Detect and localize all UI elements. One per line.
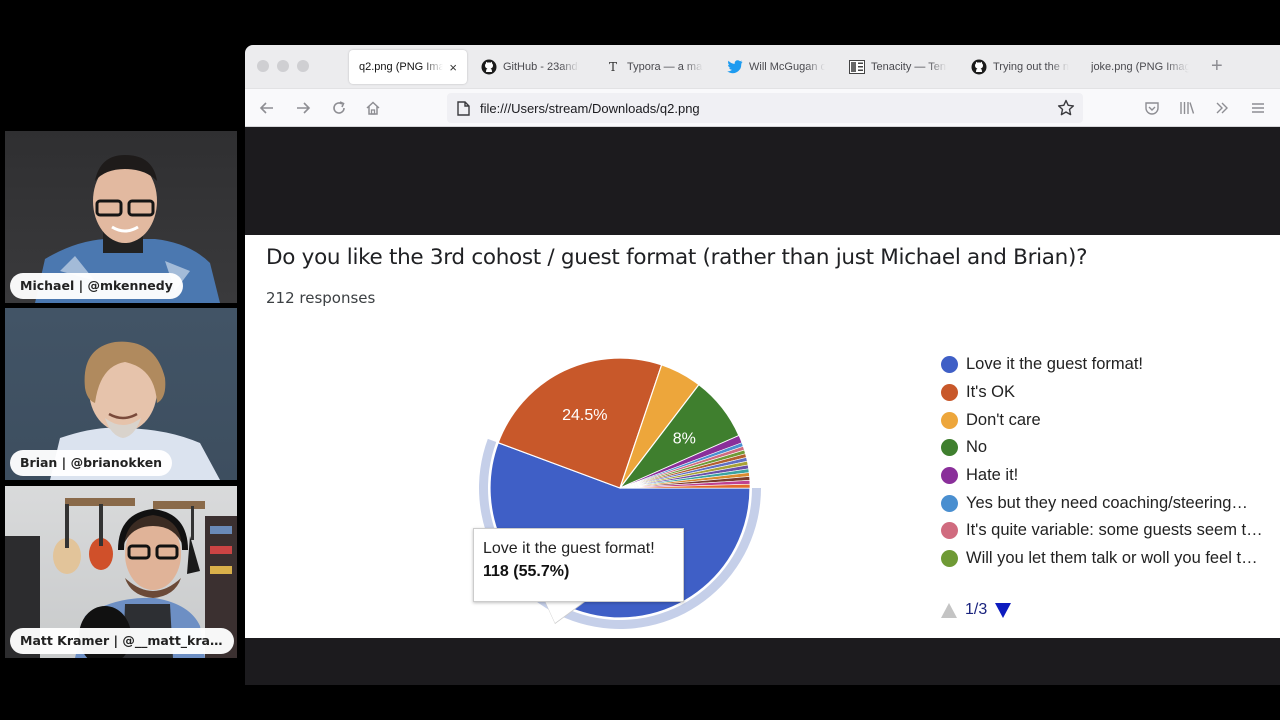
legend-page-up-icon[interactable] [941, 602, 957, 618]
participant-name-tag: Matt Kramer | @__matt_krame... [10, 628, 234, 654]
legend-item[interactable]: Hate it! [941, 462, 1263, 490]
tab-typora[interactable]: T Typora — a markdown [595, 50, 713, 84]
close-tab-icon[interactable]: × [449, 60, 457, 75]
menu-button[interactable] [1248, 98, 1268, 118]
legend-color-dot [941, 522, 958, 540]
pocket-icon [1145, 102, 1159, 115]
file-icon [457, 100, 470, 116]
reload-button[interactable] [329, 98, 349, 118]
library-icon [1180, 102, 1195, 114]
legend-label: Love it the guest format! [966, 355, 1144, 374]
tab-title: Typora — a markdown [627, 61, 703, 73]
legend-item[interactable]: No [941, 434, 1263, 462]
legend-color-dot [941, 356, 958, 374]
tab-title: Trying out the new [993, 61, 1069, 73]
legend-item[interactable]: Don't care [941, 406, 1263, 434]
legend-label: No [966, 438, 988, 457]
forward-button[interactable] [293, 98, 313, 118]
address-bar[interactable]: file:///Users/stream/Downloads/q2.png [447, 93, 1083, 123]
legend-label: It's OK [966, 383, 1015, 402]
legend-item[interactable]: Love it the guest format! [941, 351, 1263, 379]
arrow-left-icon [259, 102, 273, 114]
tab-title: GitHub - 23andMe [503, 61, 579, 73]
legend-item[interactable]: It's OK [941, 379, 1263, 407]
home-icon [366, 101, 380, 115]
webcam-tile-brian: Brian | @brianokken [5, 308, 237, 480]
page-viewport: Do you like the 3rd cohost / guest forma… [245, 128, 1280, 685]
typora-icon: T [608, 60, 617, 74]
pocket-button[interactable] [1142, 98, 1162, 118]
tab-title: Will McGugan on [749, 61, 825, 73]
back-button[interactable] [257, 98, 277, 118]
github-icon [481, 59, 497, 75]
tab-strip: q2.png (PNG Image × GitHub - 23andMe T T… [245, 45, 1280, 89]
webcam-tile-michael: Michael | @mkennedy [5, 131, 237, 303]
tab-title: joke.png (PNG Image [1091, 61, 1189, 73]
window-close-button[interactable] [257, 60, 269, 72]
tab-q2-png[interactable]: q2.png (PNG Image × [349, 50, 467, 84]
window-minimize-button[interactable] [277, 60, 289, 72]
overflow-chevron-button[interactable] [1212, 98, 1232, 118]
legend-color-dot [941, 411, 958, 429]
slice-tooltip: Love it the guest format! 118 (55.7%) [473, 528, 684, 602]
legend-label: Yes but they need coaching/steering… [966, 493, 1248, 512]
legend-color-dot [941, 467, 958, 485]
tab-tenacity[interactable]: Tenacity — Tenacity [839, 50, 957, 84]
new-tab-button[interactable]: + [1211, 55, 1223, 78]
legend-label: It's quite variable: some guests seem t… [966, 521, 1263, 540]
pie-data-label: 8% [673, 430, 696, 447]
tab-title: q2.png (PNG Image [359, 61, 444, 73]
tooltip-value: 118 (55.7%) [483, 563, 570, 580]
legend-item[interactable]: Yes but they need coaching/steering… [941, 489, 1263, 517]
tab-title: Tenacity — Tenacity [871, 61, 947, 73]
legend-page-down-icon[interactable] [995, 602, 1012, 618]
tab-joke-png[interactable]: joke.png (PNG Image [1081, 50, 1199, 84]
webcam-tile-matt: Matt Kramer | @__matt_krame... [5, 486, 237, 658]
participant-name-tag: Brian | @brianokken [10, 450, 173, 476]
bookmark-star-icon[interactable] [1057, 99, 1075, 122]
legend-color-dot [941, 384, 958, 402]
participant-name-tag: Michael | @mkennedy [10, 273, 183, 299]
double-chevron-right-icon [1216, 102, 1228, 114]
webcam-column: Michael | @mkennedy Brian | @brianokken [0, 0, 244, 720]
png-image: Do you like the 3rd cohost / guest forma… [245, 235, 1280, 638]
legend-item[interactable]: It's quite variable: some guests seem t… [941, 517, 1263, 545]
legend-color-dot [941, 439, 958, 457]
url-text: file:///Users/stream/Downloads/q2.png [480, 100, 700, 116]
reload-icon [333, 101, 345, 114]
github-icon [971, 59, 987, 75]
pie-data-label: 24.5% [562, 407, 607, 424]
twitter-icon [727, 59, 743, 75]
browser-window: q2.png (PNG Image × GitHub - 23andMe T T… [245, 45, 1280, 685]
legend-label: Don't care [966, 410, 1041, 429]
legend-label: Hate it! [966, 466, 1019, 485]
window-zoom-button[interactable] [297, 60, 309, 72]
library-button[interactable] [1177, 98, 1197, 118]
legend-pager: 1/3 [941, 601, 1012, 619]
hamburger-menu-icon [1252, 103, 1264, 113]
legend-color-dot [941, 494, 958, 512]
tab-trying-out[interactable]: Trying out the new [961, 50, 1079, 84]
tooltip-tail [545, 601, 585, 623]
tab-will-mcgugan[interactable]: Will McGugan on [717, 50, 835, 84]
arrow-right-icon [297, 102, 311, 114]
tooltip-label: Love it the guest format! [483, 540, 655, 557]
navigation-toolbar: file:///Users/stream/Downloads/q2.png [245, 89, 1280, 127]
home-button[interactable] [363, 98, 383, 118]
legend-page-indicator: 1/3 [965, 601, 988, 618]
legend-color-dot [941, 550, 958, 568]
legend-item[interactable]: Will you let them talk or woll you feel … [941, 545, 1263, 573]
chart-legend: Love it the guest format! It's OK Don't ca… [941, 351, 1263, 618]
legend-label: Will you let them talk or woll you feel … [966, 549, 1258, 568]
tab-github-23andme[interactable]: GitHub - 23andMe [471, 50, 589, 84]
reader-icon [849, 59, 865, 75]
